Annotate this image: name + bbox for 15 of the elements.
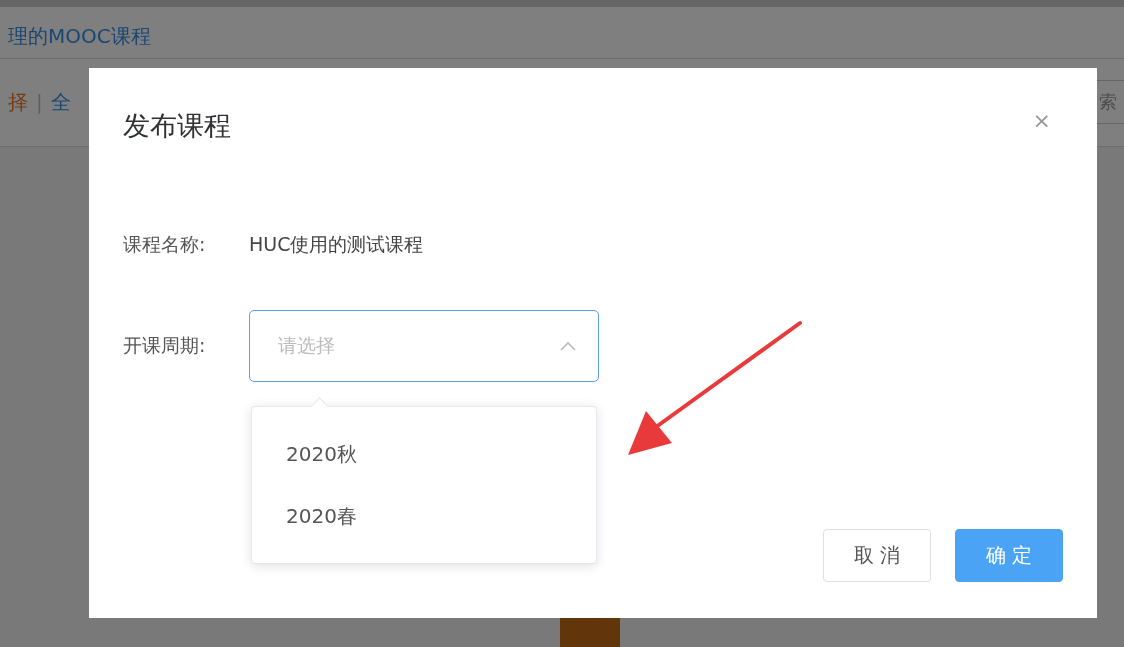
- page-heading: 理的MOOC课程: [8, 22, 151, 50]
- dropdown-option[interactable]: 2020秋: [252, 423, 596, 485]
- separator-text: |: [36, 90, 43, 115]
- course-name: HUC使用的测试课程: [249, 232, 424, 257]
- dropdown-option[interactable]: 2020春: [252, 485, 596, 547]
- dialog-title: 发布课程: [123, 109, 231, 143]
- filter-link[interactable]: 全: [50, 88, 71, 116]
- filter-link[interactable]: 择: [8, 88, 28, 116]
- period-select[interactable]: 请选择: [249, 310, 599, 382]
- field-label: 课程名称:: [123, 232, 207, 257]
- field-label: 开课周期:: [123, 333, 207, 358]
- close-button[interactable]: ×: [1020, 108, 1063, 133]
- caret-icon: [560, 341, 576, 351]
- cancel-button[interactable]: 取 消: [823, 529, 931, 582]
- confirm-button[interactable]: 确 定: [955, 529, 1063, 582]
